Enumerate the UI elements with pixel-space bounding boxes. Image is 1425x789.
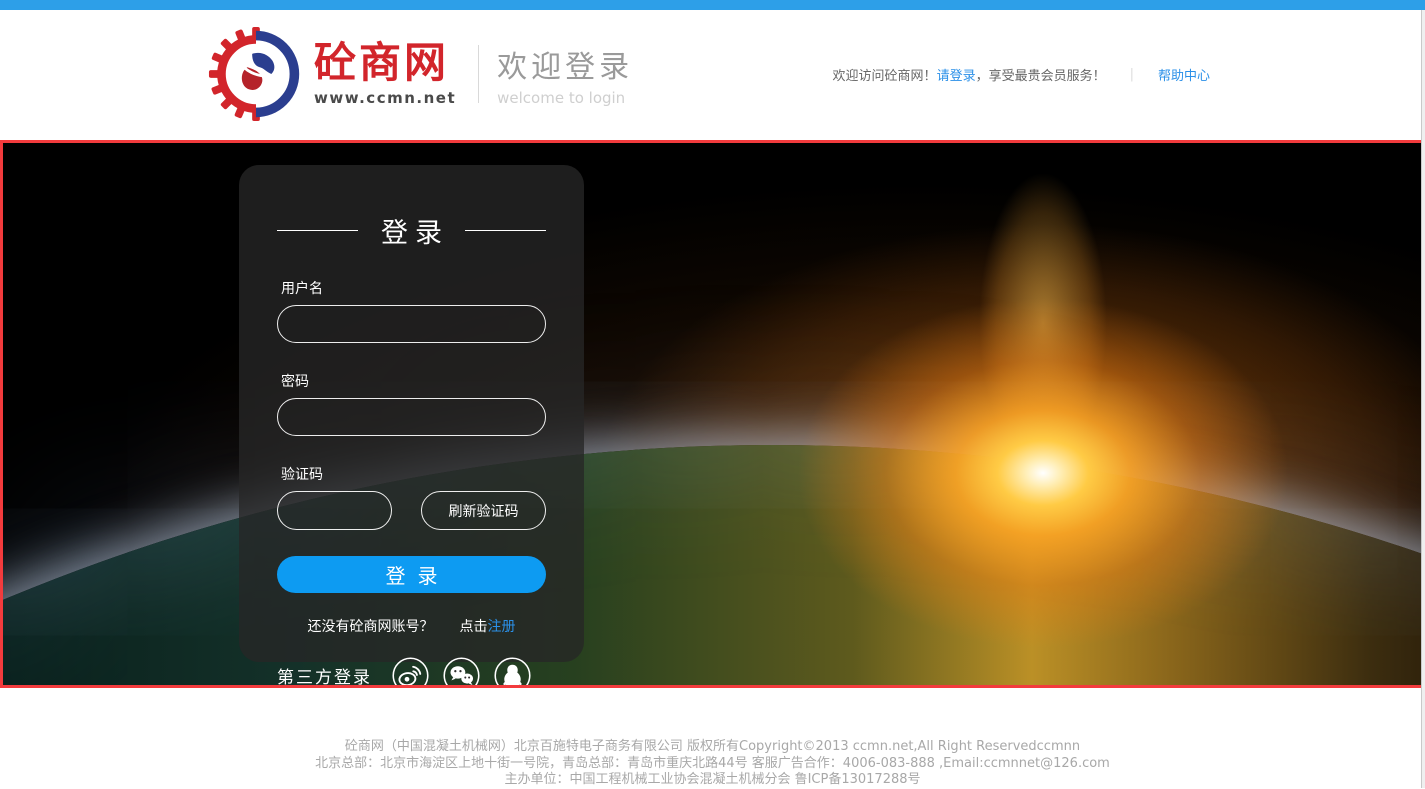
- password-label: 密码: [281, 371, 546, 391]
- login-title: 登录: [374, 211, 449, 250]
- username-input[interactable]: [277, 305, 546, 343]
- login-button[interactable]: 登录: [277, 556, 546, 593]
- captcha-label: 验证码: [281, 464, 546, 484]
- username-label: 用户名: [281, 278, 546, 298]
- brand-name: 砼商网: [314, 41, 456, 85]
- weibo-icon[interactable]: [392, 657, 429, 688]
- page-subtitle: welcome to login: [497, 89, 633, 107]
- qq-icon[interactable]: [494, 657, 531, 688]
- login-title-row: 登录: [277, 211, 546, 250]
- third-party-login-row: 第三方登录: [277, 657, 546, 688]
- wechat-icon[interactable]: [443, 657, 480, 688]
- captcha-input[interactable]: [277, 491, 392, 530]
- register-prompt: 还没有砼商网账号？: [308, 619, 434, 635]
- login-page: 砼商网 www.ccmn.net 欢迎登录 welcome to login 欢…: [0, 0, 1425, 788]
- logo-divider: [478, 45, 479, 103]
- sunrise-glow: [693, 223, 1393, 688]
- third-party-label: 第三方登录: [277, 663, 372, 688]
- header-divider: |: [1130, 67, 1134, 82]
- footer-contact-line: 北京总部：北京市海淀区上地十街一号院，青岛总部：青岛市重庆北路44号 客服广告合…: [0, 756, 1425, 773]
- social-login-buttons: [392, 657, 531, 688]
- header-links: 欢迎访问砼商网！ 请登录 ，享受最贵会员服务！ | 帮助中心: [833, 65, 1210, 84]
- welcome-text-suffix: ，享受最贵会员服务！: [976, 65, 1106, 84]
- brand-domain: www.ccmn.net: [314, 89, 456, 107]
- captcha-row: 刷新验证码: [277, 491, 546, 530]
- please-login-link[interactable]: 请登录: [937, 65, 976, 84]
- title-rule-right: [465, 230, 546, 231]
- gear-globe-logo-icon: [208, 26, 304, 122]
- site-logo[interactable]: 砼商网 www.ccmn.net 欢迎登录 welcome to login: [208, 26, 633, 122]
- register-row: 还没有砼商网账号？ 点击注册: [277, 616, 546, 636]
- footer-organizer-line: 主办单位：中国工程机械工业协会混凝土机械分会 鲁ICP备13017288号: [0, 772, 1425, 789]
- page-title: 欢迎登录: [497, 42, 633, 86]
- refresh-captcha-button[interactable]: 刷新验证码: [421, 491, 546, 530]
- title-rule-left: [277, 230, 358, 231]
- header: 砼商网 www.ccmn.net 欢迎登录 welcome to login 欢…: [0, 10, 1425, 140]
- welcome-text-prefix: 欢迎访问砼商网！: [833, 65, 937, 84]
- footer-copyright-line: 砼商网（中国混凝土机械网）北京百施特电子商务有限公司 版权所有Copyright…: [0, 739, 1425, 756]
- help-center-link[interactable]: 帮助中心: [1158, 65, 1210, 84]
- register-action-prefix: 点击: [460, 619, 488, 635]
- register-link[interactable]: 注册: [488, 619, 516, 635]
- hero-banner: 登录 用户名 密码 验证码 刷新验证码 登录 还没有砼商网账号？ 点击注册 第三方…: [0, 140, 1425, 688]
- login-panel: 登录 用户名 密码 验证码 刷新验证码 登录 还没有砼商网账号？点击注册 第三方…: [239, 165, 584, 662]
- footer: 砼商网（中国混凝土机械网）北京百施特电子商务有限公司 版权所有Copyright…: [0, 688, 1425, 788]
- scrollbar[interactable]: [1421, 10, 1425, 788]
- top-accent-bar: [0, 0, 1425, 10]
- password-input[interactable]: [277, 398, 546, 436]
